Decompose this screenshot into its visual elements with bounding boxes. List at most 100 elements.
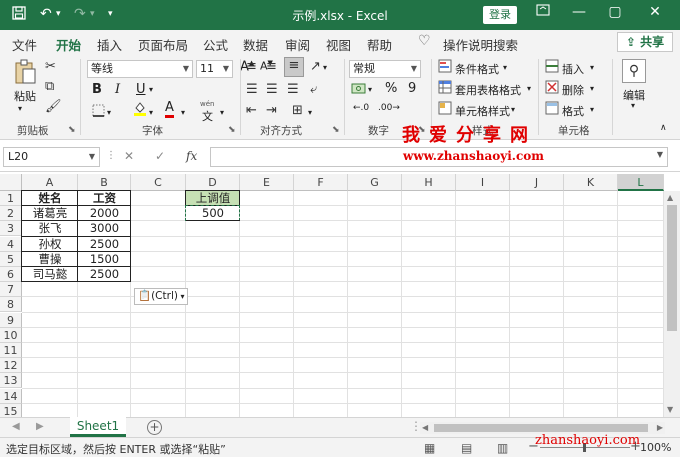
number-format-combo[interactable]: 常规 ▼ <box>349 60 421 78</box>
paste-icon[interactable] <box>12 59 38 89</box>
close-icon[interactable]: ✕ <box>640 4 670 20</box>
phonetic-dropdown-icon[interactable]: ▾ <box>220 108 224 117</box>
align-center-icon[interactable]: ☰ <box>266 82 278 97</box>
cell-a4[interactable]: 孙权 <box>22 237 78 252</box>
cell-a5[interactable]: 曹操 <box>22 252 78 267</box>
conditional-format-dropdown-icon[interactable]: ▾ <box>503 63 507 72</box>
cell-b6[interactable]: 2500 <box>78 267 131 282</box>
tab-insert[interactable]: 插入 <box>97 35 122 54</box>
cell-a3[interactable]: 张飞 <box>22 221 78 236</box>
column-header-d[interactable]: D <box>186 174 240 191</box>
column-header-f[interactable]: F <box>294 174 348 191</box>
fill-color-dropdown-icon[interactable]: ▾ <box>149 108 153 117</box>
borders-icon[interactable] <box>92 104 105 121</box>
cell-a6[interactable]: 司马懿 <box>22 267 78 282</box>
column-header-k[interactable]: K <box>564 174 618 191</box>
alignment-launcher-icon[interactable]: ⬊ <box>332 125 340 135</box>
confirm-entry-icon[interactable]: ✓ <box>155 149 165 163</box>
search-icon[interactable]: ⚲ <box>622 59 646 83</box>
underline-button[interactable]: U <box>136 82 146 97</box>
cell-d1[interactable]: 上调值 <box>186 191 240 206</box>
format-dropdown-icon[interactable]: ▾ <box>590 105 594 114</box>
name-box[interactable]: L20 ▼ <box>3 147 100 167</box>
column-header-b[interactable]: B <box>78 174 131 191</box>
share-button[interactable]: ⇪ 共享 <box>617 32 673 52</box>
conditional-format-button[interactable]: 条件格式 <box>455 61 499 77</box>
cell-styles-button[interactable]: 单元格样式 <box>455 103 510 119</box>
row-header-3[interactable]: 3 <box>0 221 22 237</box>
horizontal-scroll-thumb[interactable] <box>434 424 648 432</box>
borders-dropdown-icon[interactable]: ▾ <box>107 108 111 117</box>
column-header-j[interactable]: J <box>510 174 564 191</box>
cut-icon[interactable]: ✂ <box>45 59 56 74</box>
cell-styles-dropdown-icon[interactable]: ▾ <box>511 105 515 114</box>
delete-dropdown-icon[interactable]: ▾ <box>590 84 594 93</box>
clipboard-launcher-icon[interactable]: ⬊ <box>68 125 76 135</box>
maximize-icon[interactable]: ▢ <box>600 4 630 20</box>
insert-cells-button[interactable]: 插入 <box>562 61 584 77</box>
font-color-dropdown-icon[interactable]: ▾ <box>181 108 185 117</box>
tell-me-search[interactable]: 操作说明搜索 <box>443 35 518 54</box>
accounting-dropdown-icon[interactable]: ▾ <box>368 85 372 94</box>
orientation-dropdown-icon[interactable]: ▾ <box>323 63 327 72</box>
format-painter-icon[interactable]: 🖌 <box>45 99 62 114</box>
scroll-left-icon[interactable]: ◀ <box>422 423 428 432</box>
cancel-entry-icon[interactable]: ✕ <box>124 149 134 163</box>
format-cells-button[interactable]: 格式 <box>562 103 584 119</box>
comma-style-button[interactable]: 9 <box>408 81 416 96</box>
underline-dropdown-icon[interactable]: ▾ <box>149 85 153 94</box>
row-header-14[interactable]: 14 <box>0 388 22 404</box>
column-header-h[interactable]: H <box>402 174 456 191</box>
align-left-icon[interactable]: ☰ <box>246 82 258 97</box>
format-as-table-icon[interactable] <box>438 80 452 98</box>
row-header-4[interactable]: 4 <box>0 236 22 252</box>
orientation-icon[interactable]: ↗ <box>310 59 321 74</box>
italic-button[interactable]: I <box>115 82 120 97</box>
fill-color-icon[interactable] <box>133 101 147 121</box>
cell-b3[interactable]: 3000 <box>78 221 131 236</box>
format-cells-icon[interactable] <box>545 101 559 119</box>
column-header-i[interactable]: I <box>456 174 510 191</box>
expand-formula-bar-icon[interactable]: ▼ <box>657 150 663 159</box>
page-layout-view-icon[interactable]: ▤ <box>461 441 472 455</box>
percent-button[interactable]: % <box>385 81 397 96</box>
tab-page-layout[interactable]: 页面布局 <box>138 35 188 54</box>
top-align-icon[interactable]: ≡ <box>246 59 257 74</box>
cell-styles-icon[interactable] <box>438 101 452 119</box>
login-button[interactable]: 登录 <box>483 6 517 24</box>
row-header-5[interactable]: 5 <box>0 251 22 267</box>
column-header-l[interactable]: L <box>618 174 664 191</box>
font-color-button[interactable]: A <box>165 101 174 118</box>
row-header-12[interactable]: 12 <box>0 358 22 374</box>
cell-a1[interactable]: 姓名 <box>22 191 78 206</box>
tab-help[interactable]: 帮助 <box>367 35 392 54</box>
format-as-table-dropdown-icon[interactable]: ▾ <box>527 84 531 93</box>
vertical-scrollbar[interactable]: ▲ ▼ <box>664 191 680 417</box>
scroll-right-icon[interactable]: ▶ <box>657 423 663 432</box>
cell-b1[interactable]: 工资 <box>78 191 131 206</box>
row-header-1[interactable]: 1 <box>0 191 22 206</box>
cell-d2[interactable]: 500 <box>186 206 240 222</box>
insert-dropdown-icon[interactable]: ▾ <box>590 63 594 72</box>
column-header-c[interactable]: C <box>131 174 186 191</box>
accounting-format-icon[interactable] <box>351 81 367 99</box>
vertical-scroll-thumb[interactable] <box>667 205 677 331</box>
font-size-combo[interactable]: 11 ▼ <box>196 60 233 78</box>
zoom-level[interactable]: 100% <box>640 441 671 454</box>
cell-b5[interactable]: 1500 <box>78 252 131 267</box>
copy-icon[interactable]: ⧉ <box>45 79 54 94</box>
row-header-11[interactable]: 11 <box>0 343 22 358</box>
ribbon-display-options-icon[interactable] <box>528 4 558 20</box>
insert-function-button[interactable]: fx <box>186 149 197 163</box>
increase-indent-icon[interactable]: ⇥ <box>266 103 277 118</box>
next-sheet-icon[interactable]: ▶ <box>36 421 44 432</box>
add-sheet-button[interactable]: + <box>147 420 162 435</box>
phonetic-guide-button[interactable]: wén <box>200 100 214 108</box>
row-header-6[interactable]: 6 <box>0 267 22 282</box>
increase-decimal-icon[interactable]: ←.0 <box>353 103 369 113</box>
row-header-9[interactable]: 9 <box>0 312 22 328</box>
paste-options-button[interactable]: 📋(Ctrl) ▾ <box>134 288 188 305</box>
page-break-view-icon[interactable]: ▥ <box>497 441 508 455</box>
cell-b4[interactable]: 2500 <box>78 237 131 252</box>
cell-a2[interactable]: 诸葛亮 <box>22 206 78 221</box>
